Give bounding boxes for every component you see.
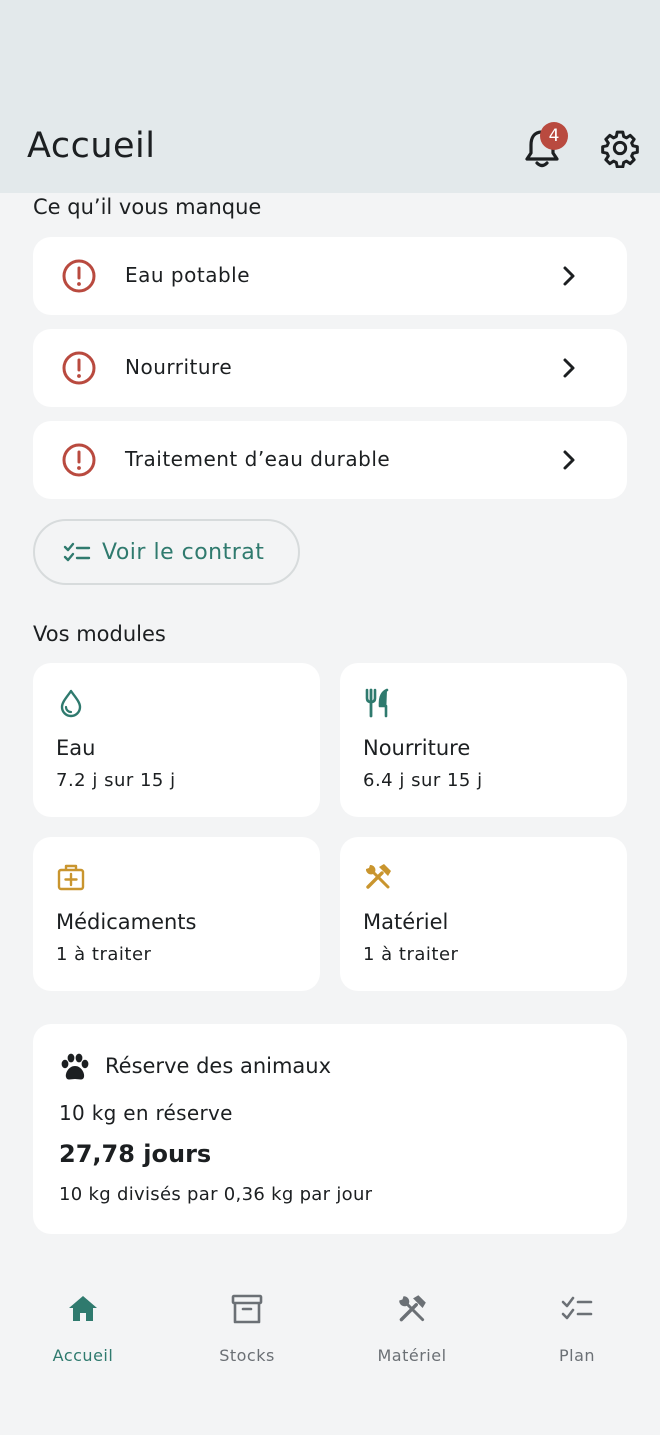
module-card-equipment[interactable]: Matériel 1 à traiter [340, 837, 627, 991]
paw-icon [61, 1053, 89, 1080]
checklist-icon [561, 1296, 593, 1320]
missing-item-water-treatment[interactable]: Traitement d’eau durable [33, 421, 627, 499]
modules-section-title: Vos modules [33, 622, 166, 646]
missing-item-drinking-water[interactable]: Eau potable [33, 237, 627, 315]
module-card-water[interactable]: Eau 7.2 j sur 15 j [33, 663, 320, 817]
archive-box-icon [231, 1294, 263, 1324]
nav-item-label: Matériel [377, 1346, 447, 1365]
missing-item-label: Traitement d’eau durable [125, 447, 391, 471]
gear-icon [601, 130, 639, 169]
animal-reserve-title: Réserve des animaux [105, 1054, 332, 1078]
module-status: 1 à traiter [363, 944, 459, 965]
notification-count-badge: 4 [540, 122, 568, 150]
tools-icon [365, 864, 391, 889]
reserve-days: 27,78 jours [59, 1140, 212, 1168]
alert-circle-icon [62, 351, 96, 385]
missing-item-label: Nourriture [125, 355, 233, 379]
module-card-medication[interactable]: Médicaments 1 à traiter [33, 837, 320, 991]
module-title: Nourriture [363, 736, 471, 760]
reserve-calculation: 10 kg divisés par 0,36 kg par jour [59, 1184, 373, 1205]
alert-circle-icon [62, 443, 96, 477]
chevron-right-icon [563, 358, 575, 378]
cutlery-icon [365, 688, 389, 718]
medical-kit-icon [57, 864, 85, 891]
nav-item-label: Stocks [219, 1346, 275, 1365]
reserve-amount: 10 kg en réserve [59, 1101, 233, 1125]
module-title: Matériel [363, 910, 449, 934]
nav-item-plan[interactable]: Plan [512, 1292, 642, 1372]
module-status: 7.2 j sur 15 j [56, 770, 176, 791]
chevron-right-icon [563, 450, 575, 470]
nav-item-equipment[interactable]: Matériel [347, 1292, 477, 1372]
module-status: 6.4 j sur 15 j [363, 770, 483, 791]
module-status: 1 à traiter [56, 944, 152, 965]
water-drop-icon [60, 689, 82, 718]
nav-item-stocks[interactable]: Stocks [182, 1292, 312, 1372]
nav-item-label: Accueil [52, 1346, 114, 1365]
module-title: Eau [56, 736, 96, 760]
alert-circle-icon [62, 259, 96, 293]
nav-item-home[interactable]: Accueil [18, 1292, 148, 1372]
animal-reserve-card[interactable]: Réserve des animaux 10 kg en réserve 27,… [33, 1024, 627, 1234]
checklist-icon [63, 542, 91, 562]
top-app-bar: Accueil 4 [0, 0, 660, 193]
bottom-navigation: Accueil Stocks Matériel Plan [0, 1270, 660, 1435]
home-icon [69, 1296, 97, 1321]
module-title: Médicaments [56, 910, 197, 934]
page-title: Accueil [27, 126, 156, 166]
missing-section-title: Ce qu’il vous manque [33, 195, 262, 219]
view-contract-button[interactable]: Voir le contrat [33, 519, 300, 585]
chevron-right-icon [563, 266, 575, 286]
module-card-food[interactable]: Nourriture 6.4 j sur 15 j [340, 663, 627, 817]
tools-icon [399, 1295, 426, 1322]
missing-item-label: Eau potable [125, 263, 251, 287]
settings-button[interactable] [600, 128, 640, 169]
missing-item-food[interactable]: Nourriture [33, 329, 627, 407]
view-contract-label: Voir le contrat [102, 540, 265, 565]
nav-item-label: Plan [558, 1346, 596, 1365]
